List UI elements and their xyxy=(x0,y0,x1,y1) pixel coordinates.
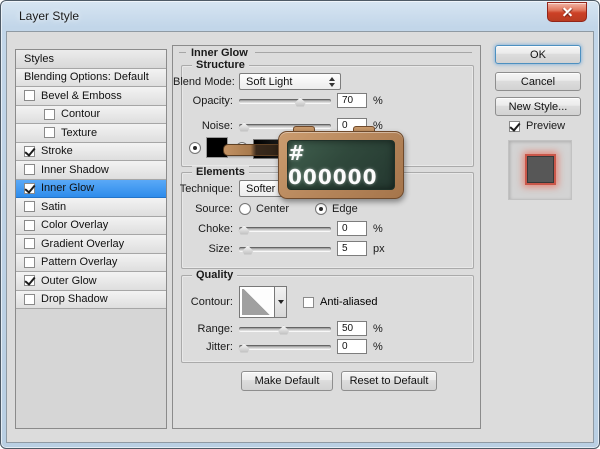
jitter-input[interactable]: 0 xyxy=(337,339,367,354)
ok-button[interactable]: OK xyxy=(495,45,581,64)
color-radio[interactable] xyxy=(189,142,201,154)
sidebar-item-blending-options[interactable]: Blending Options: Default xyxy=(16,68,166,87)
styles-header: Styles xyxy=(16,50,166,69)
sidebar-item-bevel-emboss[interactable]: Bevel & Emboss xyxy=(16,87,166,106)
size-row: Size: 5 px xyxy=(208,241,385,257)
range-slider[interactable] xyxy=(239,321,331,337)
contour-row: Contour: Anti-aliased xyxy=(173,286,377,318)
sidebar-item-stroke[interactable]: Stroke xyxy=(16,142,166,161)
chalkboard: # 000000 xyxy=(287,140,395,190)
checkbox[interactable] xyxy=(24,256,35,268)
up-down-carets-icon xyxy=(329,76,335,87)
color-tooltip: # 000000 xyxy=(278,131,404,199)
preview-checkbox[interactable]: Preview xyxy=(509,120,565,132)
checkbox[interactable] xyxy=(24,219,35,231)
sidebar-item-gradient-overlay[interactable]: Gradient Overlay xyxy=(16,235,166,254)
contour-thumbnail[interactable] xyxy=(239,286,275,318)
range-row: Range: 50 % xyxy=(197,321,383,337)
sidebar-item-texture[interactable]: Texture xyxy=(16,124,166,143)
sidebar-item-inner-shadow[interactable]: Inner Shadow xyxy=(16,161,166,180)
source-row: Source: Center Edge xyxy=(195,202,358,215)
slider-track xyxy=(239,344,331,349)
slider-track xyxy=(239,226,331,231)
checkbox[interactable] xyxy=(24,90,35,102)
slider-track xyxy=(239,246,331,251)
blend-mode-select[interactable]: Soft Light xyxy=(239,73,341,90)
checkbox[interactable] xyxy=(24,145,35,157)
checkbox[interactable] xyxy=(24,293,35,305)
blend-mode-row: Blend Mode: Soft Light xyxy=(173,73,341,90)
checkbox[interactable] xyxy=(24,201,35,213)
sidebar-item-inner-glow[interactable]: Inner Glow xyxy=(16,179,166,198)
checkbox[interactable] xyxy=(24,238,35,250)
opacity-row: Opacity: 70 % xyxy=(192,93,383,109)
jitter-row: Jitter: 0 % xyxy=(206,339,383,355)
cancel-button[interactable]: Cancel xyxy=(495,72,581,91)
checkbox[interactable] xyxy=(24,164,35,176)
make-default-button[interactable]: Make Default xyxy=(241,371,333,391)
sidebar-item-color-overlay[interactable]: Color Overlay xyxy=(16,216,166,235)
contour-dropdown-button[interactable] xyxy=(275,286,287,318)
page-title: Inner Glow xyxy=(179,46,472,59)
checkbox xyxy=(303,296,314,308)
window-title: Layer Style xyxy=(19,9,80,23)
slider-track xyxy=(239,123,331,128)
checkbox[interactable] xyxy=(44,108,55,120)
checkbox xyxy=(509,120,520,132)
sidebar-item-pattern-overlay[interactable]: Pattern Overlay xyxy=(16,253,166,272)
checkbox[interactable] xyxy=(44,127,55,139)
opacity-input[interactable]: 70 xyxy=(337,93,367,108)
jitter-slider[interactable] xyxy=(238,339,331,355)
hex-color-value: # 000000 xyxy=(288,141,378,189)
preview-panel xyxy=(508,140,572,200)
styles-list: Styles Blending Options: Default Bevel &… xyxy=(15,49,167,429)
source-center-radio[interactable] xyxy=(239,202,251,215)
layer-style-dialog: Layer Style Styles Blending Options: Def… xyxy=(0,0,600,449)
new-style-button[interactable]: New Style... xyxy=(495,97,581,116)
down-caret-icon xyxy=(277,300,284,304)
window-frame: Layer Style Styles Blending Options: Def… xyxy=(0,0,600,449)
choke-slider[interactable] xyxy=(238,221,331,237)
inner-glow-panel: Inner Glow Structure Blend Mode: Soft Li… xyxy=(172,45,481,429)
sidebar-item-satin[interactable]: Satin xyxy=(16,198,166,217)
slider-track xyxy=(239,98,331,103)
range-input[interactable]: 50 xyxy=(337,321,367,336)
sidebar-item-outer-glow[interactable]: Outer Glow xyxy=(16,272,166,291)
close-icon xyxy=(563,8,572,17)
choke-row: Choke: 0 % xyxy=(198,221,383,237)
sidebar-item-drop-shadow[interactable]: Drop Shadow xyxy=(16,290,166,309)
technique-row: Technique: Softer xyxy=(173,180,293,197)
sidebar-item-contour[interactable]: Contour xyxy=(16,105,166,124)
antialiased-checkbox[interactable]: Anti-aliased xyxy=(303,296,377,308)
checkbox[interactable] xyxy=(24,182,35,194)
reset-to-default-button[interactable]: Reset to Default xyxy=(341,371,437,391)
checkbox[interactable] xyxy=(24,275,35,287)
size-input[interactable]: 5 xyxy=(337,241,367,256)
choke-input[interactable]: 0 xyxy=(337,221,367,236)
size-slider[interactable] xyxy=(239,241,331,257)
opacity-slider[interactable] xyxy=(239,93,331,109)
close-button[interactable] xyxy=(547,2,587,22)
dialog-content: Styles Blending Options: Default Bevel &… xyxy=(6,31,594,443)
source-edge-radio[interactable] xyxy=(315,202,328,215)
style-preview-swatch xyxy=(525,154,556,185)
